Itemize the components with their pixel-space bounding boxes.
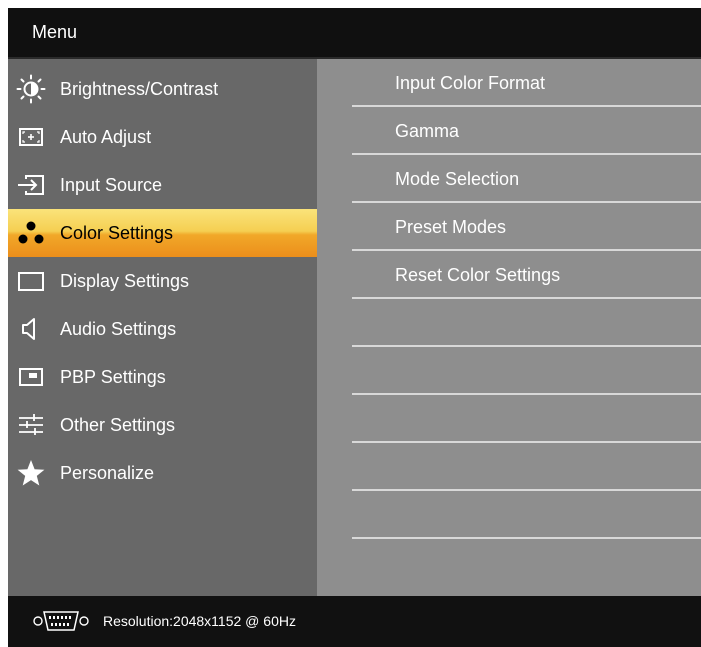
sidebar-item-label: Auto Adjust	[60, 126, 152, 147]
submenu-item-empty	[317, 299, 701, 347]
sidebar-item-personalize[interactable]: Personalize	[8, 449, 317, 497]
brightness-icon	[16, 74, 46, 104]
submenu-item-label: Gamma	[395, 121, 460, 141]
submenu-item-empty	[317, 347, 701, 395]
sidebar-item-input-source[interactable]: Input Source	[8, 161, 317, 209]
sidebar-item-auto-adjust[interactable]: Auto Adjust	[8, 113, 317, 161]
sidebar-item-label: Input Source	[60, 174, 163, 195]
submenu-item-preset-modes[interactable]: Preset Modes	[317, 203, 701, 251]
menu-title: Menu	[8, 8, 701, 57]
display-icon	[16, 266, 46, 296]
sidebar-item-label: Brightness/Contrast	[60, 78, 219, 99]
submenu-item-empty	[317, 491, 701, 539]
sidebar-item-color-settings[interactable]: Color Settings	[8, 209, 317, 257]
speaker-icon	[16, 314, 46, 344]
sidebar-item-label: PBP Settings	[60, 366, 166, 387]
pbp-icon	[16, 362, 46, 392]
submenu-panel: Input Color Format Gamma Mode Selection …	[317, 59, 701, 596]
sidebar-item-brightness-contrast[interactable]: Brightness/Contrast	[8, 65, 317, 113]
submenu-item-label: Reset Color Settings	[395, 265, 561, 285]
submenu-item-mode-selection[interactable]: Mode Selection	[317, 155, 701, 203]
submenu-item-reset-color-settings[interactable]: Reset Color Settings	[317, 251, 701, 299]
color-settings-icon	[16, 218, 46, 248]
sidebar-item-display-settings[interactable]: Display Settings	[8, 257, 317, 305]
submenu-item-label: Preset Modes	[395, 217, 507, 237]
submenu-item-label: Mode Selection	[395, 169, 520, 189]
auto-adjust-icon	[16, 122, 46, 152]
sidebar-item-label: Personalize	[60, 462, 155, 483]
resolution-status: Resolution:2048x1152 @ 60Hz	[103, 613, 296, 629]
sidebar-item-label: Color Settings	[60, 222, 174, 243]
sidebar-item-audio-settings[interactable]: Audio Settings	[8, 305, 317, 353]
star-icon	[16, 458, 46, 488]
status-bar: Resolution:2048x1152 @ 60Hz	[8, 596, 701, 647]
sidebar-item-pbp-settings[interactable]: PBP Settings	[8, 353, 317, 401]
submenu-item-input-color-format[interactable]: Input Color Format	[317, 59, 701, 107]
submenu-item-empty	[317, 443, 701, 491]
submenu-item-label: Input Color Format	[395, 73, 546, 93]
input-source-icon	[16, 170, 46, 200]
submenu-divider	[352, 537, 701, 539]
sidebar-item-label: Display Settings	[60, 270, 190, 291]
submenu-item-gamma[interactable]: Gamma	[317, 107, 701, 155]
sidebar-item-label: Other Settings	[60, 414, 176, 435]
sidebar: Brightness/Contrast Auto Adjust Input So…	[8, 59, 317, 596]
sidebar-item-label: Audio Settings	[60, 318, 177, 339]
submenu-item-empty	[317, 395, 701, 443]
sidebar-item-other-settings[interactable]: Other Settings	[8, 401, 317, 449]
osd-menu: Menu Brightness/Contrast Auto Adjust Inp…	[8, 8, 701, 647]
sliders-icon	[16, 410, 46, 440]
vga-connector-icon	[32, 610, 90, 632]
